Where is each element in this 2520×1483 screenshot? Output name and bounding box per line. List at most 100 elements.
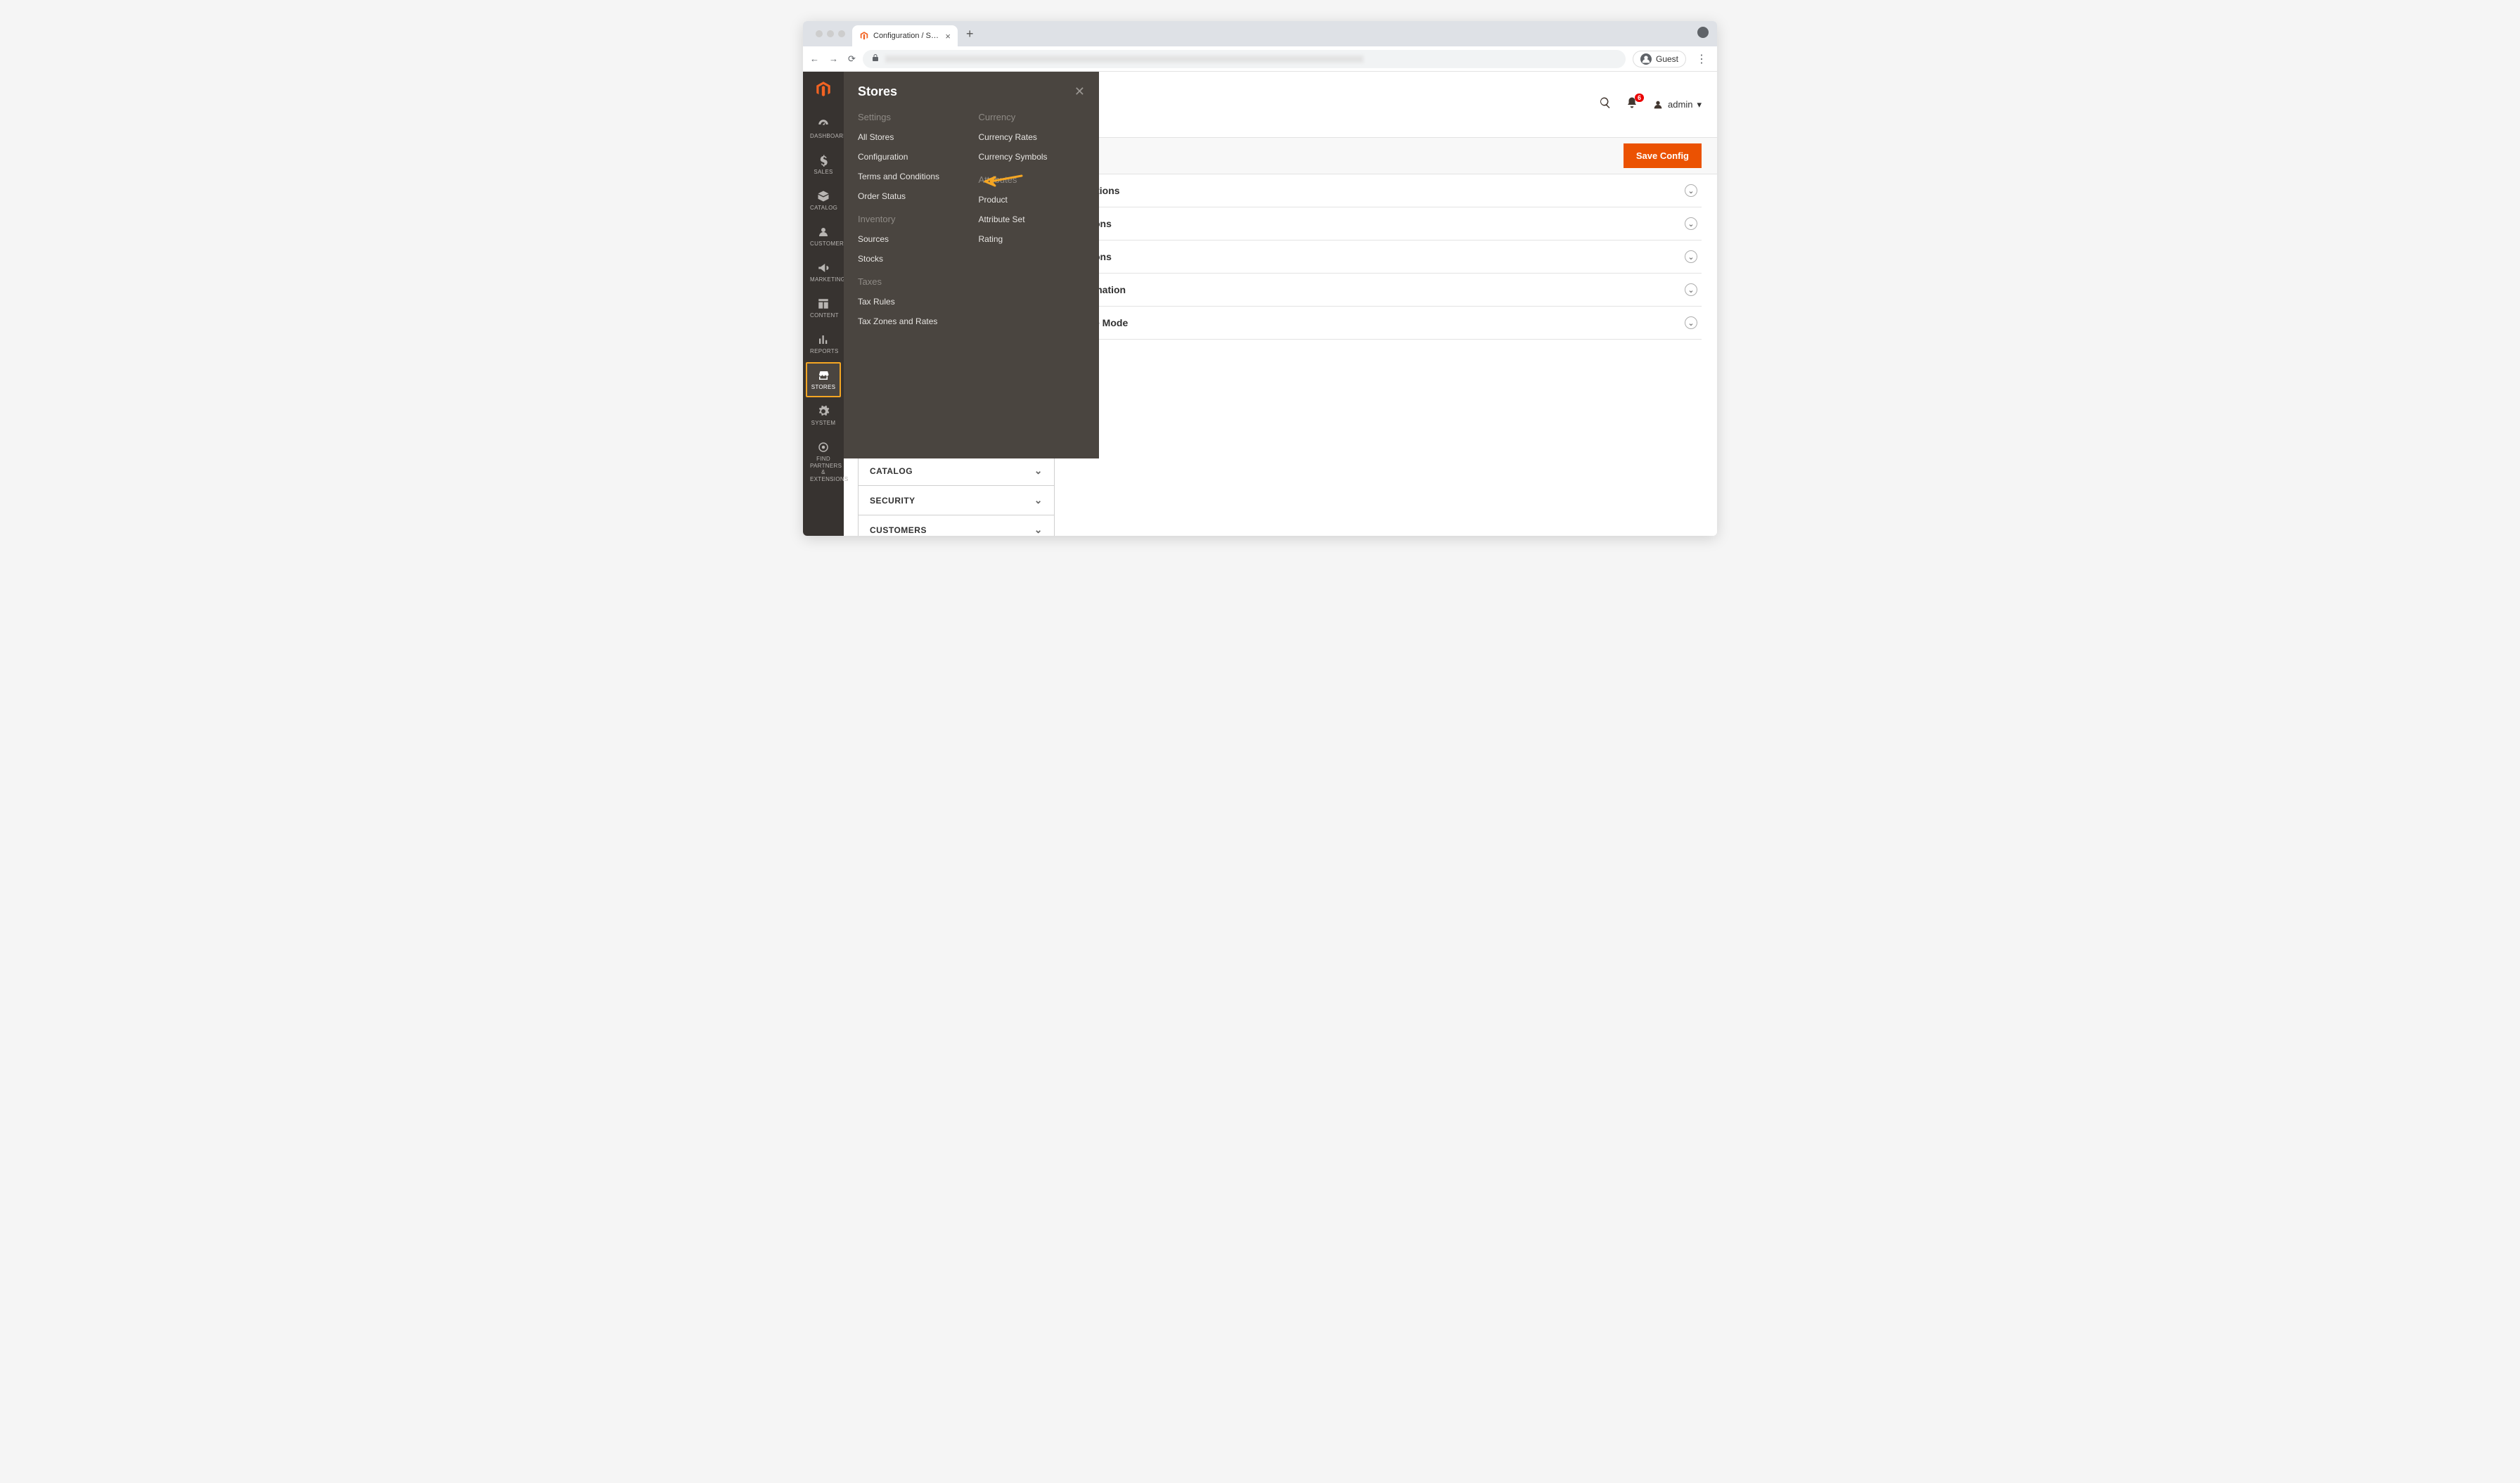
config-sidebar: CATALOG ⌄ SECURITY⌄ CUSTOMERS ⌄	[858, 456, 1055, 536]
flyout-link-product[interactable]: Product	[979, 195, 1086, 205]
chevron-down-icon: ⌄	[1034, 465, 1043, 477]
user-avatar-icon	[1640, 53, 1652, 65]
rail-item-marketing[interactable]: MARKETING	[806, 255, 841, 290]
flyout-group-currency: Currency	[979, 112, 1086, 122]
flyout-link-currency-rates[interactable]: Currency Rates	[979, 132, 1086, 142]
dollar-icon	[810, 154, 837, 167]
annotation-arrow	[981, 172, 1023, 192]
new-tab-button[interactable]: +	[958, 27, 982, 41]
config-group-customers[interactable]: CUSTOMERS ⌄	[858, 515, 1055, 536]
flyout-link-rating[interactable]: Rating	[979, 234, 1086, 244]
flyout-column-right: Currency Currency Rates Currency Symbols…	[979, 112, 1086, 336]
browser-tab-bar: Configuration / Settings / Store × +	[803, 21, 1717, 46]
flyout-group-settings: Settings	[858, 112, 965, 122]
notifications-icon[interactable]: 6	[1626, 96, 1638, 113]
tab-overflow-icon[interactable]	[1697, 27, 1709, 38]
expand-icon: ⌄	[1685, 217, 1697, 230]
gear-icon	[810, 405, 837, 418]
flyout-link-sources[interactable]: Sources	[858, 234, 965, 244]
flyout-link-all-stores[interactable]: All Stores	[858, 132, 965, 142]
traffic-lights	[809, 30, 852, 37]
flyout-link-tax-zones[interactable]: Tax Zones and Rates	[858, 316, 965, 326]
left-rail: DASHBOARD SALES CATALOG CUSTOMERS MARKET…	[803, 72, 844, 536]
rail-label: DASHBOARD	[810, 133, 837, 139]
stores-flyout: Stores ✕ Settings All Stores Configurati…	[844, 72, 1099, 458]
lock-icon	[871, 53, 880, 64]
traffic-light-min[interactable]	[827, 30, 834, 37]
accordion-item[interactable]: Options⌄	[1070, 207, 1702, 240]
guest-chip[interactable]: Guest	[1633, 51, 1686, 68]
chart-icon	[810, 333, 837, 346]
rail-item-content[interactable]: CONTENT	[806, 290, 841, 326]
rail-item-dashboard[interactable]: DASHBOARD	[806, 111, 841, 146]
rail-label: FIND PARTNERS & EXTENSIONS	[810, 456, 837, 482]
flyout-link-stocks[interactable]: Stocks	[858, 254, 965, 264]
megaphone-icon	[810, 262, 837, 274]
chevron-down-icon: ⌄	[1034, 494, 1043, 506]
chevron-down-icon: ▾	[1697, 99, 1702, 110]
guest-label: Guest	[1656, 54, 1678, 64]
rail-label: CUSTOMERS	[810, 240, 837, 247]
browser-window: Configuration / Settings / Store × + ← →…	[803, 21, 1717, 536]
rail-item-reports[interactable]: REPORTS	[806, 326, 841, 361]
expand-icon: ⌄	[1685, 316, 1697, 329]
rail-item-partners[interactable]: FIND PARTNERS & EXTENSIONS	[806, 434, 841, 489]
flyout-column-left: Settings All Stores Configuration Terms …	[858, 112, 965, 336]
config-sections: y Options⌄ Options⌄ Options⌄ nformation⌄…	[1055, 174, 1717, 536]
puzzle-icon	[810, 441, 837, 454]
flyout-link-currency-symbols[interactable]: Currency Symbols	[979, 152, 1086, 162]
person-icon	[810, 226, 837, 238]
flyout-group-taxes: Taxes	[858, 276, 965, 287]
config-group-security[interactable]: SECURITY⌄	[858, 486, 1055, 515]
back-icon[interactable]: ←	[810, 53, 819, 65]
accordion-item[interactable]: y Options⌄	[1070, 174, 1702, 207]
rail-item-catalog[interactable]: CATALOG	[806, 183, 841, 218]
tab-close-icon[interactable]: ×	[945, 31, 951, 41]
flyout-title: Stores	[858, 84, 897, 99]
browser-menu-icon[interactable]: ⋮	[1693, 52, 1710, 66]
traffic-light-max[interactable]	[838, 30, 845, 37]
browser-tab[interactable]: Configuration / Settings / Store ×	[852, 25, 958, 46]
rail-label: SYSTEM	[810, 420, 837, 426]
notifications-badge: 6	[1635, 94, 1644, 102]
accordion-item[interactable]: Store Mode⌄	[1070, 307, 1702, 340]
rail-item-system[interactable]: SYSTEM	[806, 398, 841, 433]
accordion-item[interactable]: Options⌄	[1070, 240, 1702, 274]
user-icon	[1652, 99, 1664, 110]
magento-logo[interactable]	[803, 76, 844, 110]
config-group-catalog[interactable]: CATALOG ⌄	[858, 456, 1055, 486]
flyout-link-order-status[interactable]: Order Status	[858, 191, 965, 201]
flyout-close-icon[interactable]: ✕	[1074, 84, 1085, 99]
flyout-link-attribute-set[interactable]: Attribute Set	[979, 214, 1086, 224]
rail-item-sales[interactable]: SALES	[806, 147, 841, 182]
accordion-item[interactable]: nformation⌄	[1070, 274, 1702, 307]
flyout-link-tax-rules[interactable]: Tax Rules	[858, 297, 965, 307]
config-group-label: CUSTOMERS	[870, 525, 927, 535]
dashboard-icon	[810, 118, 837, 131]
rail-item-customers[interactable]: CUSTOMERS	[806, 219, 841, 254]
rail-label: SALES	[810, 169, 837, 175]
expand-icon: ⌄	[1685, 184, 1697, 197]
user-label: admin	[1668, 99, 1692, 110]
rail-label: CATALOG	[810, 205, 837, 211]
search-icon[interactable]	[1599, 96, 1612, 113]
magento-favicon	[859, 31, 869, 41]
nav-icons: ← → ⟳	[810, 53, 856, 65]
url-blurred	[885, 56, 1363, 63]
forward-icon[interactable]: →	[829, 53, 838, 65]
chevron-down-icon: ⌄	[1034, 524, 1043, 536]
config-group-label: CATALOG	[870, 466, 913, 476]
reload-icon[interactable]: ⟳	[848, 53, 856, 65]
flyout-link-terms[interactable]: Terms and Conditions	[858, 172, 965, 181]
address-bar: ← → ⟳ Guest ⋮	[803, 46, 1717, 72]
user-menu[interactable]: admin ▾	[1652, 99, 1702, 110]
traffic-light-close[interactable]	[816, 30, 823, 37]
url-input[interactable]	[863, 50, 1626, 68]
save-config-button[interactable]: Save Config	[1624, 143, 1702, 168]
rail-label: STORES	[810, 384, 837, 390]
box-icon	[810, 190, 837, 203]
flyout-link-configuration[interactable]: Configuration	[858, 152, 965, 162]
rail-label: REPORTS	[810, 348, 837, 354]
rail-item-stores[interactable]: STORES	[806, 362, 841, 397]
layout-icon	[810, 297, 837, 310]
